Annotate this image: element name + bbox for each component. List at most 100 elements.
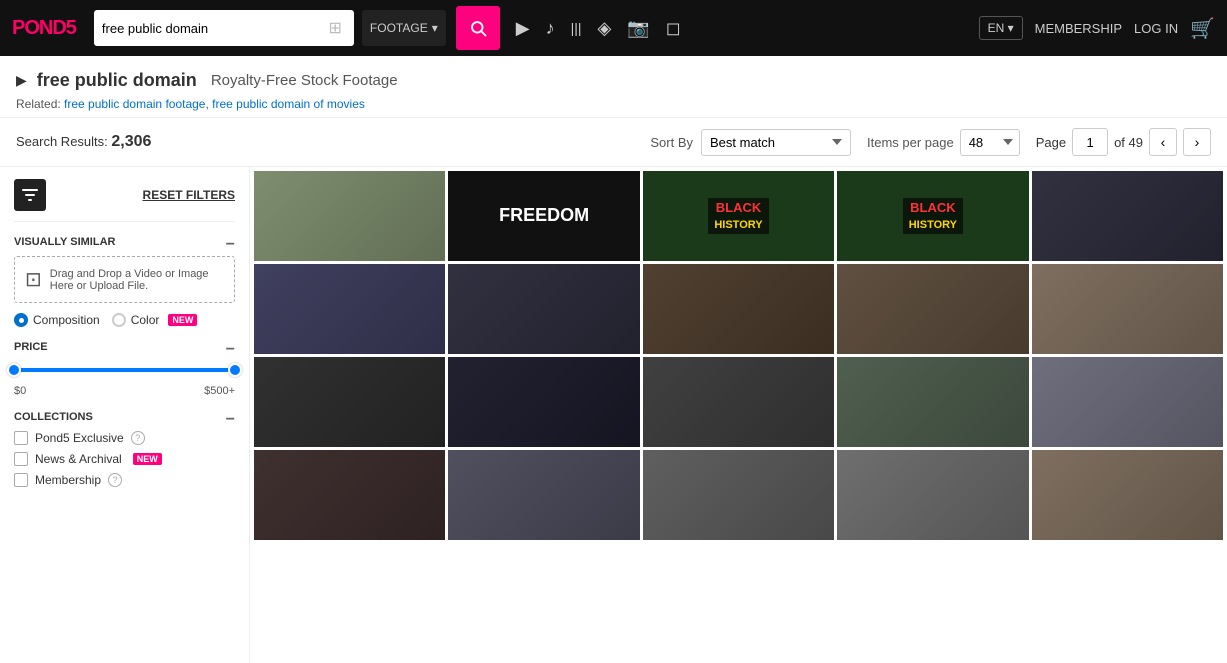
collections-toggle[interactable]: − [226, 411, 235, 429]
per-page-select[interactable]: 48 24 96 [960, 129, 1020, 156]
composition-radio[interactable]: Composition [14, 313, 100, 327]
collection-news-archival: News & Archival NEW [14, 452, 235, 466]
news-archival-label: News & Archival [35, 452, 122, 466]
price-range-labels: $0 $500+ [14, 385, 235, 397]
search-bar[interactable]: ⊞ [94, 10, 354, 46]
play-icon: ▶ [16, 72, 27, 89]
drag-drop-area[interactable]: ⊡ Drag and Drop a Video or Image Here or… [14, 256, 235, 303]
thumbnail-grid: FREEDOM BLACKHISTORY BLACKHISTORY [254, 171, 1223, 540]
search-button[interactable] [456, 6, 500, 50]
of-label: of 49 [1114, 135, 1143, 150]
chevron-down-icon: ▾ [432, 21, 438, 35]
news-archival-new-badge: NEW [133, 453, 162, 465]
list-item[interactable] [1032, 357, 1223, 447]
collection-membership: Membership ? [14, 473, 235, 487]
main-layout: RESET FILTERS VISUALLY SIMILAR − ⊡ Drag … [0, 167, 1227, 663]
list-item[interactable] [254, 171, 445, 261]
search-type-button[interactable]: FOOTAGE ▾ [362, 10, 446, 46]
color-new-badge: NEW [168, 314, 197, 326]
sort-label: Sort By [650, 135, 693, 150]
composition-label: Composition [33, 313, 100, 327]
filter-icon-button[interactable] [14, 179, 46, 211]
per-page-label: Items per page [867, 135, 954, 150]
thumb-text: BLACKHISTORY [708, 198, 768, 234]
per-page-wrap: Items per page 48 24 96 [867, 129, 1020, 156]
navbar: POND5 ⊞ FOOTAGE ▾ ▶ ♪ ||| ◈ 📷 ◻ EN ▾ MEM… [0, 0, 1227, 56]
collections-title: COLLECTIONS − [14, 411, 235, 423]
list-item[interactable]: BLACKHISTORY [643, 171, 834, 261]
price-slider-max-thumb[interactable] [228, 363, 242, 377]
list-item[interactable] [254, 450, 445, 540]
search-type-label: FOOTAGE [370, 21, 428, 35]
pond5-exclusive-label: Pond5 Exclusive [35, 431, 124, 445]
next-page-button[interactable]: › [1183, 128, 1211, 156]
logo: POND5 [12, 17, 76, 40]
collection-pond5-exclusive: Pond5 Exclusive ? [14, 431, 235, 445]
cart-icon[interactable]: 🛒 [1190, 16, 1215, 41]
list-item[interactable] [254, 357, 445, 447]
prev-page-button[interactable]: ‹ [1149, 128, 1177, 156]
content-grid: FREEDOM BLACKHISTORY BLACKHISTORY [250, 167, 1227, 663]
visually-similar-section: VISUALLY SIMILAR − ⊡ Drag and Drop a Vid… [14, 236, 235, 327]
language-button[interactable]: EN ▾ [979, 16, 1023, 40]
price-slider-min-thumb[interactable] [7, 363, 21, 377]
related-link-1[interactable]: free public domain footage [64, 97, 205, 111]
music-icon[interactable]: ♪ [546, 18, 555, 39]
news-archival-checkbox[interactable] [14, 452, 28, 466]
price-slider[interactable] [14, 361, 235, 379]
code-icon[interactable]: ◈ [598, 18, 612, 39]
membership-button[interactable]: MEMBERSHIP [1035, 21, 1122, 36]
results-toolbar: Search Results: 2,306 Sort By Best match… [0, 118, 1227, 167]
color-radio[interactable]: Color NEW [112, 313, 198, 327]
list-item[interactable]: BLACKHISTORY [837, 171, 1028, 261]
related-link-2[interactable]: free public domain of movies [212, 97, 365, 111]
membership-checkbox[interactable] [14, 473, 28, 487]
list-item[interactable] [837, 450, 1028, 540]
membership-help-icon[interactable]: ? [108, 473, 122, 487]
list-item[interactable]: FREEDOM [448, 171, 639, 261]
audio-icon[interactable]: ||| [571, 20, 582, 36]
related-links: Related: free public domain footage, fre… [16, 97, 1211, 111]
related-label: Related: [16, 97, 61, 111]
results-count: Search Results: 2,306 [16, 133, 151, 151]
sort-select[interactable]: Best match Most recent Most popular [701, 129, 851, 156]
sub-header: ▶ free public domain Royalty-Free Stock … [0, 56, 1227, 118]
list-item[interactable] [448, 357, 639, 447]
thumb-text: BLACKHISTORY [903, 198, 963, 234]
page-title: free public domain [37, 70, 197, 91]
search-input[interactable] [102, 21, 329, 36]
visually-similar-title: VISUALLY SIMILAR − [14, 236, 235, 248]
list-item[interactable] [837, 357, 1028, 447]
photo-icon[interactable]: 📷 [627, 18, 649, 39]
list-item[interactable] [643, 357, 834, 447]
list-item[interactable] [254, 264, 445, 354]
list-item[interactable] [1032, 450, 1223, 540]
list-item[interactable] [643, 264, 834, 354]
color-radio-circle [112, 313, 126, 327]
list-item[interactable] [448, 264, 639, 354]
reset-filters-button[interactable]: RESET FILTERS [143, 188, 235, 202]
results-number: 2,306 [111, 133, 151, 150]
price-toggle[interactable]: − [226, 341, 235, 359]
video-icon[interactable]: ▶ [516, 18, 530, 39]
list-item[interactable] [837, 264, 1028, 354]
membership-label: Membership [35, 473, 101, 487]
visually-similar-toggle[interactable]: − [226, 236, 235, 254]
list-item[interactable] [1032, 264, 1223, 354]
pond5-exclusive-help-icon[interactable]: ? [131, 431, 145, 445]
nav-right: EN ▾ MEMBERSHIP LOG IN 🛒 [979, 16, 1215, 41]
price-section: PRICE − $0 $500+ [14, 341, 235, 397]
3d-icon[interactable]: ◻ [666, 18, 681, 39]
page-label: Page [1036, 135, 1066, 150]
list-item[interactable] [643, 450, 834, 540]
page-input[interactable] [1072, 128, 1108, 156]
results-label: Search Results: [16, 134, 108, 149]
page-nav: Page of 49 ‹ › [1036, 128, 1211, 156]
page-subtitle: Royalty-Free Stock Footage [211, 72, 398, 89]
list-item[interactable] [448, 450, 639, 540]
list-item[interactable] [1032, 171, 1223, 261]
pond5-exclusive-checkbox[interactable] [14, 431, 28, 445]
drag-drop-label: Drag and Drop a Video or Image Here or U… [50, 268, 224, 292]
collections-section: COLLECTIONS − Pond5 Exclusive ? News & A… [14, 411, 235, 487]
login-button[interactable]: LOG IN [1134, 21, 1178, 36]
